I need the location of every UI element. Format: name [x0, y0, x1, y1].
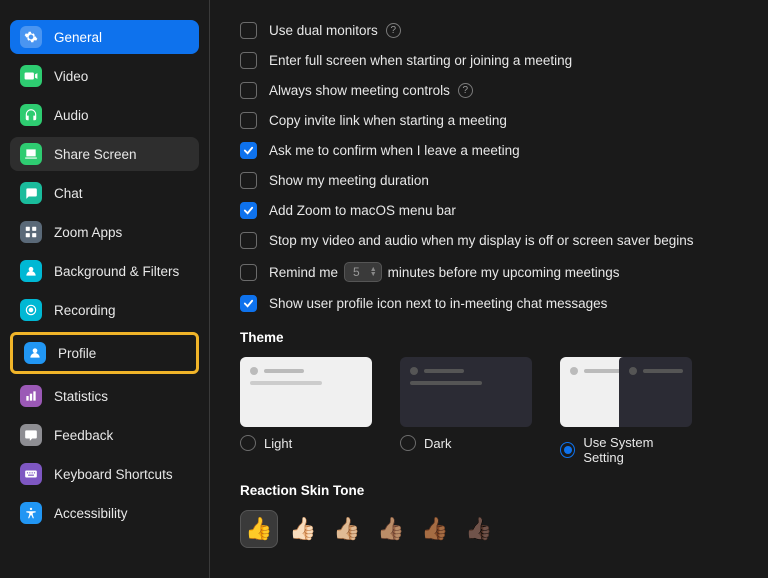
sidebar-item-label: Profile — [58, 346, 96, 361]
option-copylink: Copy invite link when starting a meeting — [240, 112, 768, 129]
theme-label: Use System Setting — [583, 435, 692, 465]
stats-icon — [20, 385, 42, 407]
checkbox-stopvideo[interactable] — [240, 232, 257, 249]
video-icon — [20, 65, 42, 87]
general-settings-panel: Use dual monitors? Enter full screen when… — [210, 0, 768, 578]
skin-tone-3[interactable]: 👍🏽 — [372, 510, 410, 548]
theme-label: Light — [264, 436, 292, 451]
skin-tone-section-title: Reaction Skin Tone — [240, 483, 768, 498]
rec-icon — [20, 299, 42, 321]
help-icon[interactable]: ? — [386, 23, 401, 38]
sidebar-item-label: General — [54, 30, 102, 45]
radio-dark[interactable] — [400, 435, 416, 451]
theme-label: Dark — [424, 436, 451, 451]
skin-tone-5[interactable]: 👍🏿 — [460, 510, 498, 548]
option-menubar: Add Zoom to macOS menu bar — [240, 202, 768, 219]
sidebar-item-label: Background & Filters — [54, 264, 179, 279]
sidebar-item-label: Accessibility — [54, 506, 128, 521]
profile-icon — [24, 342, 46, 364]
option-stopvideo: Stop my video and audio when my display … — [240, 232, 768, 249]
access-icon — [20, 502, 42, 524]
stepper-arrows-icon: ▲▼ — [370, 267, 377, 277]
checkbox-show-profile-icon[interactable] — [240, 295, 257, 312]
theme-thumb-dark — [400, 357, 532, 427]
theme-section-title: Theme — [240, 330, 768, 345]
checkbox-controls[interactable] — [240, 82, 257, 99]
option-duration: Show my meeting duration — [240, 172, 768, 189]
theme-thumb-system — [560, 357, 692, 427]
skin-tone-2[interactable]: 👍🏼 — [328, 510, 366, 548]
option-label: Use dual monitors — [269, 23, 378, 38]
chat-icon — [20, 182, 42, 204]
checkbox-confirm[interactable] — [240, 142, 257, 159]
option-fullscreen: Enter full screen when starting or joini… — [240, 52, 768, 69]
skin-tone-options: 👍👍🏻👍🏼👍🏽👍🏾👍🏿 — [240, 510, 768, 548]
checkbox-dual[interactable] — [240, 22, 257, 39]
sidebar-item-keyboard[interactable]: Keyboard Shortcuts — [10, 457, 199, 491]
sidebar-item-profile[interactable]: Profile — [14, 336, 195, 370]
feedback-icon — [20, 424, 42, 446]
option-controls: Always show meeting controls? — [240, 82, 768, 99]
option-confirm: Ask me to confirm when I leave a meeting — [240, 142, 768, 159]
gear-icon — [20, 26, 42, 48]
option-label: Add Zoom to macOS menu bar — [269, 203, 456, 218]
headphones-icon — [20, 104, 42, 126]
sidebar-item-background[interactable]: Background & Filters — [10, 254, 199, 288]
theme-option-system[interactable]: Use System Setting — [560, 357, 692, 465]
help-icon[interactable]: ? — [458, 83, 473, 98]
radio-system[interactable] — [560, 442, 575, 458]
sidebar-item-label: Recording — [54, 303, 116, 318]
option-remind: Remind me 5 ▲▼ minutes before my upcomin… — [240, 262, 768, 282]
option-label: Show user profile icon next to in-meetin… — [269, 296, 607, 311]
sidebar-item-zoom-apps[interactable]: Zoom Apps — [10, 215, 199, 249]
sidebar-item-label: Chat — [54, 186, 83, 201]
apps-icon — [20, 221, 42, 243]
sidebar-item-label: Feedback — [54, 428, 113, 443]
theme-thumb-light — [240, 357, 372, 427]
settings-sidebar: General Video Audio Share Screen Chat Zoom Ap… — [0, 0, 210, 578]
sidebar-item-recording[interactable]: Recording — [10, 293, 199, 327]
sidebar-item-general[interactable]: General — [10, 20, 199, 54]
option-label-suffix: minutes before my upcoming meetings — [388, 265, 620, 280]
sidebar-item-video[interactable]: Video — [10, 59, 199, 93]
sidebar-item-label: Audio — [54, 108, 89, 123]
option-label: Enter full screen when starting or joini… — [269, 53, 572, 68]
sidebar-item-label: Keyboard Shortcuts — [54, 467, 173, 482]
theme-option-light[interactable]: Light — [240, 357, 372, 465]
sidebar-item-statistics[interactable]: Statistics — [10, 379, 199, 413]
keyboard-icon — [20, 463, 42, 485]
option-label: Show my meeting duration — [269, 173, 429, 188]
theme-option-dark[interactable]: Dark — [400, 357, 532, 465]
checkbox-remind[interactable] — [240, 264, 257, 281]
sidebar-item-label: Video — [54, 69, 88, 84]
theme-options: Light Dark Use System Setting — [240, 357, 768, 465]
skin-tone-0[interactable]: 👍 — [240, 510, 278, 548]
skin-tone-4[interactable]: 👍🏾 — [416, 510, 454, 548]
checkbox-copylink[interactable] — [240, 112, 257, 129]
sidebar-item-accessibility[interactable]: Accessibility — [10, 496, 199, 530]
sidebar-item-audio[interactable]: Audio — [10, 98, 199, 132]
sidebar-item-label: Share Screen — [54, 147, 137, 162]
skin-tone-1[interactable]: 👍🏻 — [284, 510, 322, 548]
profile-highlight-box: Profile — [10, 332, 199, 374]
sidebar-item-feedback[interactable]: Feedback — [10, 418, 199, 452]
checkbox-menubar[interactable] — [240, 202, 257, 219]
option-show-profile-icon: Show user profile icon next to in-meetin… — [240, 295, 768, 312]
checkbox-fullscreen[interactable] — [240, 52, 257, 69]
option-label: Remind me — [269, 265, 338, 280]
checkbox-duration[interactable] — [240, 172, 257, 189]
sidebar-item-share-screen[interactable]: Share Screen — [10, 137, 199, 171]
option-label: Copy invite link when starting a meeting — [269, 113, 507, 128]
share-icon — [20, 143, 42, 165]
sidebar-item-label: Statistics — [54, 389, 108, 404]
radio-light[interactable] — [240, 435, 256, 451]
option-dual: Use dual monitors? — [240, 22, 768, 39]
bg-icon — [20, 260, 42, 282]
sidebar-item-chat[interactable]: Chat — [10, 176, 199, 210]
remind-minutes-stepper[interactable]: 5 ▲▼ — [344, 262, 382, 282]
option-label: Stop my video and audio when my display … — [269, 233, 693, 248]
option-label: Ask me to confirm when I leave a meeting — [269, 143, 520, 158]
sidebar-item-label: Zoom Apps — [54, 225, 122, 240]
option-label: Always show meeting controls — [269, 83, 450, 98]
